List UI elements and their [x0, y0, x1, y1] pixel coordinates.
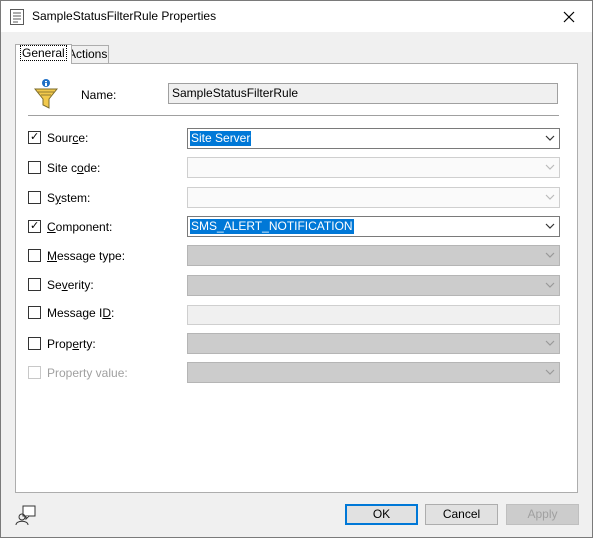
source-label: Source: — [47, 131, 89, 145]
message-type-label: Message type: — [47, 249, 126, 263]
source-value: Site Server — [190, 131, 252, 146]
system-dropdown[interactable] — [187, 187, 560, 208]
severity-label: Severity: — [47, 278, 94, 292]
site-code-dropdown[interactable] — [187, 157, 560, 178]
message-id-label: Message ID: — [47, 306, 115, 320]
name-field[interactable]: SampleStatusFilterRule — [168, 83, 558, 104]
chevron-down-icon — [545, 282, 555, 288]
context-help-icon[interactable] — [15, 504, 37, 526]
tab-general-label: General — [20, 45, 67, 61]
source-checkbox[interactable]: ✓ — [28, 131, 41, 144]
message-id-checkbox[interactable] — [28, 306, 41, 319]
name-value: SampleStatusFilterRule — [172, 86, 299, 100]
checkmark-icon: ✓ — [30, 131, 40, 143]
property-label: Property: — [47, 337, 96, 351]
property-value-label: Property value: — [47, 366, 128, 380]
system-label: System: — [47, 191, 91, 205]
title-bar[interactable]: SampleStatusFilterRule Properties — [1, 1, 592, 32]
chevron-down-icon — [545, 369, 555, 375]
property-dropdown[interactable] — [187, 333, 560, 354]
ok-button[interactable]: OK — [345, 504, 418, 525]
site-code-checkbox[interactable] — [28, 161, 41, 174]
chevron-down-icon — [545, 223, 555, 229]
chevron-down-icon — [545, 252, 555, 258]
property-value-checkbox[interactable] — [28, 366, 41, 379]
chevron-down-icon — [545, 340, 555, 346]
severity-checkbox[interactable] — [28, 278, 41, 291]
message-type-checkbox[interactable] — [28, 249, 41, 262]
component-label: Component: — [47, 220, 113, 234]
property-checkbox[interactable] — [28, 337, 41, 350]
component-dropdown[interactable]: SMS_ALERT_NOTIFICATION — [187, 216, 560, 237]
funnel-info-icon — [34, 79, 58, 109]
chevron-down-icon — [545, 194, 555, 200]
apply-button[interactable]: Apply — [506, 504, 579, 525]
site-code-label: Site code: — [47, 161, 101, 175]
window-title: SampleStatusFilterRule Properties — [32, 9, 217, 23]
message-id-field[interactable] — [187, 305, 560, 325]
close-button[interactable] — [546, 1, 592, 32]
component-checkbox[interactable]: ✓ — [28, 220, 41, 233]
chevron-down-icon — [545, 135, 555, 141]
name-label: Name: — [81, 88, 117, 102]
tab-actions-label: Actions — [68, 47, 108, 61]
tab-general[interactable]: General — [15, 44, 72, 64]
message-type-dropdown[interactable] — [187, 245, 560, 266]
properties-page-icon — [10, 9, 24, 25]
chevron-down-icon — [545, 164, 555, 170]
checkmark-icon: ✓ — [30, 220, 40, 232]
close-icon — [563, 11, 575, 22]
cancel-button[interactable]: Cancel — [425, 504, 498, 525]
separator — [28, 115, 559, 116]
property-value-dropdown[interactable] — [187, 362, 560, 383]
severity-dropdown[interactable] — [187, 275, 560, 296]
source-dropdown[interactable]: Site Server — [187, 128, 560, 149]
properties-dialog: SampleStatusFilterRule Properties Genera… — [0, 0, 593, 538]
component-value: SMS_ALERT_NOTIFICATION — [190, 219, 354, 234]
system-checkbox[interactable] — [28, 191, 41, 204]
